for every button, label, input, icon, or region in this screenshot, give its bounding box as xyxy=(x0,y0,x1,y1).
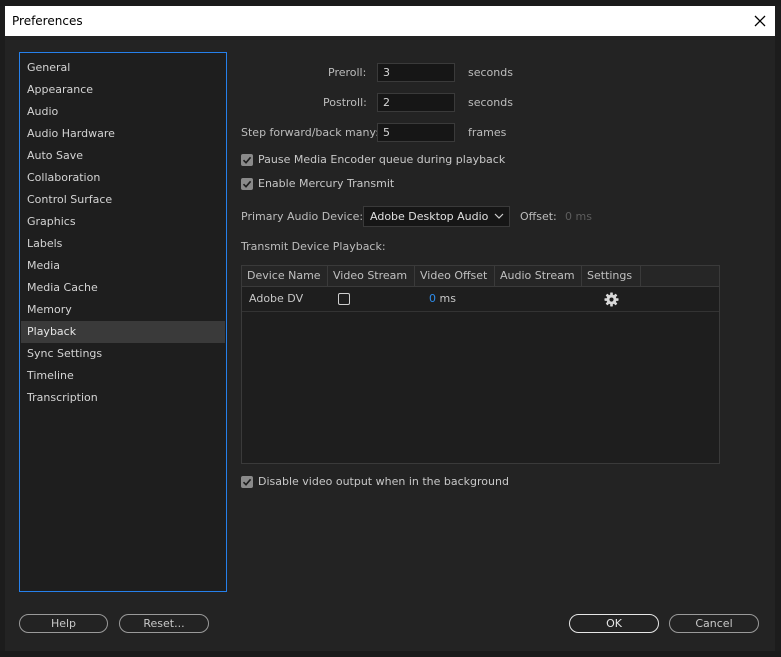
reset-button[interactable]: Reset... xyxy=(119,614,209,633)
postroll-label: Postroll: xyxy=(323,96,367,109)
step-label: Step forward/back many: xyxy=(241,126,379,139)
title-bar: Preferences xyxy=(5,6,775,36)
sidebar-item-timeline[interactable]: Timeline xyxy=(21,365,225,387)
preroll-input[interactable]: 3 xyxy=(377,63,455,82)
primary-audio-value: Adobe Desktop Audio xyxy=(370,210,489,223)
sidebar-item-playback[interactable]: Playback xyxy=(21,321,225,343)
postroll-input[interactable]: 2 xyxy=(377,93,455,112)
sidebar-item-control-surface[interactable]: Control Surface xyxy=(21,189,225,211)
disable-background-label: Disable video output when in the backgro… xyxy=(258,475,509,488)
video-offset-unit: ms xyxy=(439,292,456,305)
checkmark-icon xyxy=(242,478,252,486)
step-input[interactable]: 5 xyxy=(377,123,455,142)
close-icon xyxy=(754,15,766,27)
enable-mercury-checkbox[interactable] xyxy=(241,177,253,190)
category-list: General Appearance Audio Audio Hardware … xyxy=(19,52,227,592)
sidebar-item-media[interactable]: Media xyxy=(21,255,225,277)
checkmark-icon xyxy=(242,156,252,164)
sidebar-item-audio-hardware[interactable]: Audio Hardware xyxy=(21,123,225,145)
close-button[interactable] xyxy=(745,6,775,36)
sidebar-item-transcription[interactable]: Transcription xyxy=(21,387,225,409)
preferences-dialog: Preferences General Appearance Audio Aud… xyxy=(5,6,775,651)
checkmark-icon xyxy=(242,180,252,188)
ok-button[interactable]: OK xyxy=(569,614,659,633)
gear-icon[interactable] xyxy=(604,291,619,307)
table-row: Adobe DV 0 ms xyxy=(242,287,719,312)
disable-background-row[interactable]: Disable video output when in the backgro… xyxy=(241,475,509,488)
sidebar-item-media-cache[interactable]: Media Cache xyxy=(21,277,225,299)
device-name-cell: Adobe DV xyxy=(249,292,304,305)
pause-media-encoder-row[interactable]: Pause Media Encoder queue during playbac… xyxy=(241,153,505,166)
primary-audio-dropdown[interactable]: Adobe Desktop Audio xyxy=(363,206,510,227)
primary-audio-label: Primary Audio Device: xyxy=(241,210,364,223)
column-header-video-stream[interactable]: Video Stream xyxy=(328,266,415,286)
video-stream-cell xyxy=(338,287,350,311)
transmit-device-label: Transmit Device Playback: xyxy=(241,240,386,253)
transmit-device-table: Device Name Video Stream Video Offset Au… xyxy=(241,265,720,464)
table-header: Device Name Video Stream Video Offset Au… xyxy=(242,266,719,287)
sidebar-item-memory[interactable]: Memory xyxy=(21,299,225,321)
sidebar-item-labels[interactable]: Labels xyxy=(21,233,225,255)
column-header-device-name[interactable]: Device Name xyxy=(242,266,328,286)
column-header-audio-stream[interactable]: Audio Stream xyxy=(495,266,582,286)
postroll-unit: seconds xyxy=(468,96,513,109)
sidebar-item-appearance[interactable]: Appearance xyxy=(21,79,225,101)
pause-media-encoder-label: Pause Media Encoder queue during playbac… xyxy=(258,153,506,166)
settings-cell xyxy=(604,287,619,311)
sidebar-item-collaboration[interactable]: Collaboration xyxy=(21,167,225,189)
dialog-title: Preferences xyxy=(12,14,83,28)
sidebar-item-audio[interactable]: Audio xyxy=(21,101,225,123)
video-offset-value[interactable]: 0 xyxy=(429,292,436,305)
sidebar-item-sync-settings[interactable]: Sync Settings xyxy=(21,343,225,365)
preroll-label: Preroll: xyxy=(328,66,367,79)
sidebar-item-graphics[interactable]: Graphics xyxy=(21,211,225,233)
preroll-unit: seconds xyxy=(468,66,513,79)
cancel-button[interactable]: Cancel xyxy=(669,614,759,633)
sidebar-item-auto-save[interactable]: Auto Save xyxy=(21,145,225,167)
pause-media-encoder-checkbox[interactable] xyxy=(241,153,253,166)
enable-mercury-row[interactable]: Enable Mercury Transmit xyxy=(241,177,394,190)
sidebar-item-general[interactable]: General xyxy=(21,57,225,79)
step-unit: frames xyxy=(468,126,507,139)
column-header-video-offset[interactable]: Video Offset xyxy=(415,266,495,286)
video-offset-cell: 0 ms xyxy=(429,287,456,311)
offset-label: Offset: xyxy=(520,210,557,223)
column-header-settings[interactable]: Settings xyxy=(582,266,641,286)
video-stream-checkbox[interactable] xyxy=(338,293,350,305)
offset-value: 0 ms xyxy=(565,210,592,223)
enable-mercury-label: Enable Mercury Transmit xyxy=(258,177,395,190)
chevron-down-icon xyxy=(494,213,504,219)
help-button[interactable]: Help xyxy=(19,614,108,633)
background-strip-bottom xyxy=(0,651,781,657)
disable-background-checkbox[interactable] xyxy=(241,475,253,488)
